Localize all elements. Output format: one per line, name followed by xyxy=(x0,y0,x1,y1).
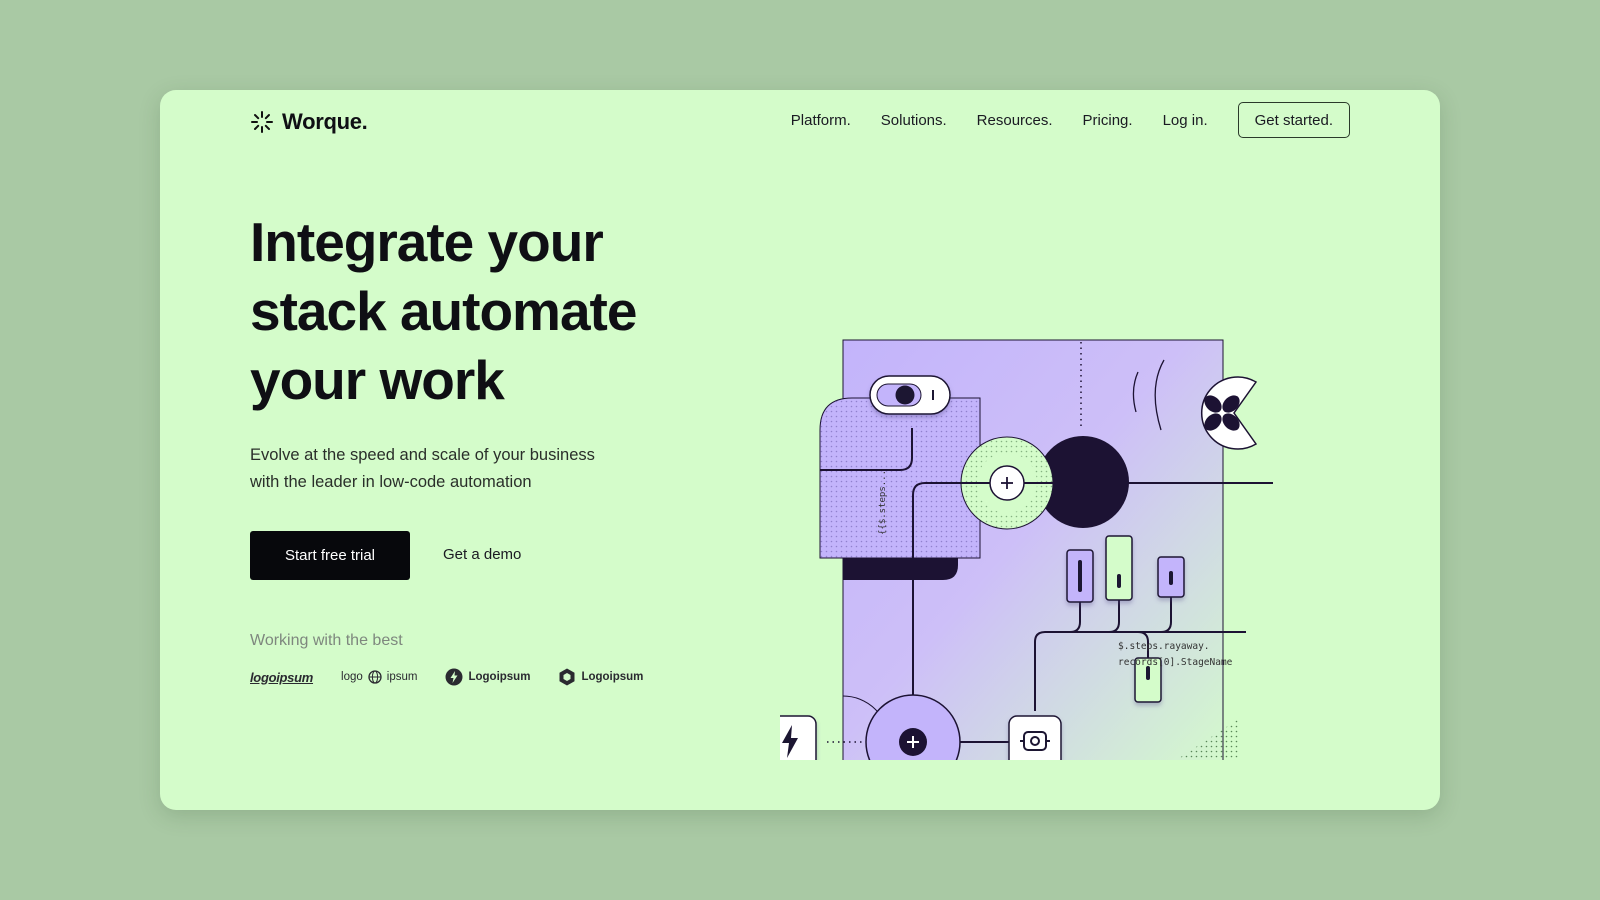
partner-logo-text: Logoipsum xyxy=(581,671,644,683)
toggle-switch-icon[interactable] xyxy=(869,375,951,415)
nav-pricing[interactable]: Pricing. xyxy=(1083,112,1133,129)
partner-logo: logo ipsum xyxy=(341,670,417,684)
main-nav: Platform. Solutions. Resources. Pricing.… xyxy=(761,102,1350,138)
steps-label: {{$.steps... xyxy=(878,469,888,535)
nav-resources[interactable]: Resources. xyxy=(977,112,1053,129)
sparkle-burst-icon xyxy=(251,111,273,133)
partner-logos: logoipsum logo ipsum Logoipsum Logoipsum xyxy=(250,668,643,686)
globe-icon xyxy=(368,670,382,684)
partner-logo: logoipsum xyxy=(250,670,313,685)
brand-name: Worque. xyxy=(282,109,368,134)
hexagon-icon xyxy=(559,668,575,686)
subhead-line: with the leader in low-code automation xyxy=(250,473,532,491)
bolt-circle-icon xyxy=(445,668,463,686)
camera-icon[interactable] xyxy=(1008,715,1062,760)
lightning-bolt-icon[interactable] xyxy=(780,715,817,760)
headline-line: your work xyxy=(250,349,505,411)
hero-headline: Integrate your stack automate your work xyxy=(250,208,720,415)
partner-logo-text: Logoipsum xyxy=(468,671,531,683)
partners-title: Working with the best xyxy=(250,632,403,649)
partner-logo: Logoipsum xyxy=(558,668,643,686)
nav-solutions[interactable]: Solutions. xyxy=(881,112,947,129)
partner-logo-text: logoipsum xyxy=(250,669,314,685)
landing-card: Worque. Platform. Solutions. Resources. … xyxy=(160,90,1440,810)
slider-handle[interactable] xyxy=(1157,556,1185,598)
headline-line: Integrate your xyxy=(250,211,604,273)
subhead-line: Evolve at the speed and scale of your bu… xyxy=(250,446,595,464)
get-a-demo-link[interactable]: Get a demo xyxy=(443,546,521,563)
code-line: records[0].StageName xyxy=(1118,657,1233,668)
code-snippet: $.steps.rayaway. records[0].StageName xyxy=(1118,639,1232,671)
nav-login[interactable]: Log in. xyxy=(1163,112,1208,129)
automation-illustration xyxy=(780,339,1273,760)
start-free-trial-button[interactable]: Start free trial xyxy=(250,531,410,580)
partner-logo: Logoipsum xyxy=(445,668,530,686)
headline-line: stack automate xyxy=(250,280,637,342)
partner-logo-text: ipsum xyxy=(386,671,418,683)
partner-logo-text: logo xyxy=(341,671,363,683)
code-line: $.steps.rayaway. xyxy=(1118,641,1210,652)
dark-tab xyxy=(843,558,958,580)
slider-handle[interactable] xyxy=(1105,535,1133,601)
nav-platform[interactable]: Platform. xyxy=(791,112,851,129)
get-started-button[interactable]: Get started. xyxy=(1237,102,1350,138)
slider-handle[interactable] xyxy=(1066,549,1094,603)
brand-logo[interactable]: Worque. xyxy=(250,108,368,136)
hero-subhead: Evolve at the speed and scale of your bu… xyxy=(250,442,650,496)
